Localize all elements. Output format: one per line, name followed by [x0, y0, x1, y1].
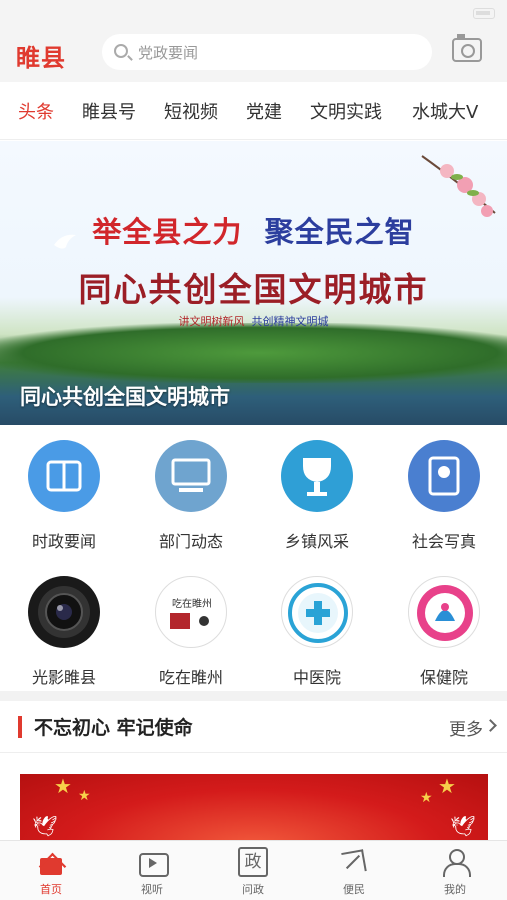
more-link[interactable]: 更多	[449, 715, 483, 740]
tv-icon	[137, 847, 169, 877]
nav-home[interactable]: 首页	[11, 847, 91, 897]
search-placeholder: 党政要闻	[138, 44, 199, 62]
nav-services[interactable]: 便民	[314, 847, 394, 897]
gov-icon: 政	[238, 847, 268, 877]
grid-label: 吃在睢州	[158, 668, 223, 687]
slogan-part-b: 共创精神文明城	[251, 315, 329, 328]
channel-tabs: 头条 睢县号 短视频 党建 文明实践 水城大V	[0, 82, 507, 140]
grid-label: 时政要闻	[31, 532, 96, 551]
maternity-logo-icon	[408, 576, 480, 648]
app-header: 睢县 党政要闻	[0, 30, 507, 82]
nav-label: 首页	[40, 883, 62, 896]
album-icon	[408, 440, 480, 512]
status-bar	[0, 0, 507, 30]
tab-headlines[interactable]: 头条	[18, 98, 54, 124]
section-title: 不忘初心 牢记使命	[34, 717, 193, 739]
nav-gov-inquiry[interactable]: 政 问政	[213, 847, 293, 897]
nav-label: 视听	[141, 883, 163, 896]
grid-label: 社会写真	[411, 532, 476, 551]
grid-item-department-news[interactable]: 部门动态	[136, 440, 246, 552]
hospital-logo-icon	[281, 576, 353, 648]
tab-party-building[interactable]: 党建	[246, 98, 282, 124]
banner-slogan: 讲文明树新风 共创精神文明城	[0, 313, 507, 329]
star-icon: ★	[54, 774, 72, 798]
tree-line	[0, 323, 507, 383]
tab-suixian-hao[interactable]: 睢县号	[82, 98, 136, 124]
search-bar[interactable]: 党政要闻	[102, 34, 432, 70]
hero-banner[interactable]: 举全县之力 聚全民之智 同心共创全国文明城市 讲文明树新风 共创精神文明城 同心…	[0, 141, 507, 425]
section-accent-bar	[18, 716, 22, 738]
bottom-navigation: 首页 视听 政 问政 便民 我的	[0, 840, 507, 900]
headline-part-b: 聚全民之智	[264, 215, 415, 249]
book-icon	[28, 440, 100, 512]
camera-icon[interactable]	[452, 34, 482, 62]
grid-item-politics-news[interactable]: 时政要闻	[9, 440, 119, 552]
category-grid: 时政要闻 部门动态 乡镇风采 社会写真 光影睢县 吃在睢州 吃在睢州 中医院 保…	[0, 426, 507, 691]
monitor-icon	[155, 440, 227, 512]
tab-civilization-practice[interactable]: 文明实践	[310, 98, 382, 124]
star-icon: ★	[420, 790, 433, 806]
tab-short-video[interactable]: 短视频	[164, 98, 218, 124]
food-logo-text: 吃在睢州	[172, 597, 212, 610]
camera-lens-icon	[28, 576, 100, 648]
grid-label: 中医院	[292, 668, 341, 687]
grid-label: 保健院	[419, 668, 468, 687]
chevron-right-icon[interactable]	[484, 719, 497, 732]
section-banner[interactable]: ★ ★ ★ ★ 🕊 🕊	[20, 774, 488, 840]
grid-item-society[interactable]: 社会写真	[389, 440, 499, 552]
battery-icon	[473, 8, 495, 19]
nav-label: 问政	[242, 883, 264, 896]
section-divider	[0, 691, 507, 701]
tab-shuicheng-v[interactable]: 水城大V	[412, 98, 478, 124]
star-icon: ★	[438, 774, 456, 798]
grid-item-food[interactable]: 吃在睢州 吃在睢州	[136, 576, 246, 688]
trophy-icon	[281, 440, 353, 512]
grid-item-township[interactable]: 乡镇风采	[262, 440, 372, 552]
food-logo-icon: 吃在睢州	[155, 576, 227, 648]
user-icon	[440, 847, 471, 877]
home-icon	[36, 847, 66, 877]
banner-caption: 同心共创全国文明城市	[20, 384, 230, 409]
slogan-part-a: 讲文明树新风	[178, 315, 245, 328]
grid-label: 部门动态	[158, 532, 223, 551]
star-icon: ★	[78, 788, 91, 804]
grid-label: 乡镇风采	[284, 532, 349, 551]
grid-item-tcm-hospital[interactable]: 中医院	[262, 576, 372, 688]
banner-headline-1: 举全县之力 聚全民之智	[0, 209, 507, 251]
grid-item-photography[interactable]: 光影睢县	[9, 576, 119, 688]
nav-label: 我的	[444, 883, 466, 896]
nav-label: 便民	[343, 883, 365, 896]
grid-item-maternity-hospital[interactable]: 保健院	[389, 576, 499, 688]
headline-part-a: 举全县之力	[92, 215, 243, 249]
app-logo: 睢县	[16, 43, 66, 72]
send-icon	[339, 847, 369, 877]
search-icon	[114, 44, 128, 58]
dove-icon: 🕊	[450, 814, 476, 838]
nav-profile[interactable]: 我的	[415, 847, 495, 897]
dove-icon: 🕊	[32, 814, 58, 838]
nav-media[interactable]: 视听	[112, 847, 192, 897]
grid-label: 光影睢县	[31, 668, 96, 687]
section-header: 不忘初心 牢记使命 更多	[0, 701, 507, 753]
banner-headline-2: 同心共创全国文明城市	[78, 270, 429, 309]
